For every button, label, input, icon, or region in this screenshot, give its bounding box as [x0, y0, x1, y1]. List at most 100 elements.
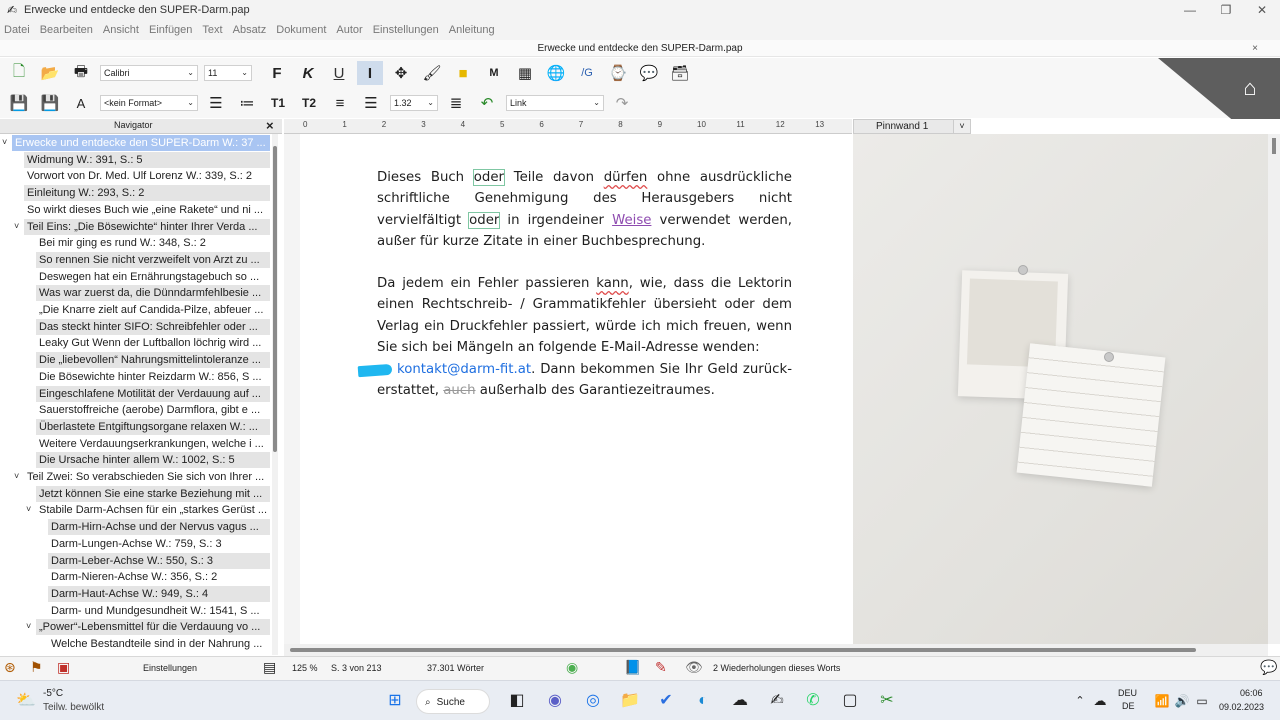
- dictionary-icon[interactable]: 📘: [624, 659, 641, 676]
- navigator-item[interactable]: Leaky Gut Wenn der Luftballon löchrig wi…: [36, 335, 270, 351]
- edge-icon[interactable]: ◐: [691, 689, 715, 713]
- menu-ansicht[interactable]: Ansicht: [103, 24, 139, 36]
- presentation-icon[interactable]: ▣: [57, 659, 70, 676]
- font-family-select[interactable]: Calibri ⌄: [100, 65, 198, 81]
- export-icon[interactable]: 🗃: [667, 61, 693, 85]
- navigator-item[interactable]: Eingeschlafene Motilität der Verdauung a…: [36, 385, 270, 402]
- expand-toggle-icon[interactable]: ˅: [14, 471, 19, 481]
- navigator-item[interactable]: So rennen Sie nicht verzweifelt von Arzt…: [36, 251, 270, 268]
- expand-toggle-icon[interactable]: ˅: [14, 221, 19, 231]
- expand-toggle-icon[interactable]: ˅: [2, 137, 7, 147]
- navigator-item[interactable]: Die Ursache hinter allem W.: 1002, S.: 5: [36, 452, 270, 469]
- navigator-item[interactable]: Sauerstoffreiche (aerobe) Darmflora, gib…: [36, 402, 270, 418]
- papyrus-taskbar-icon[interactable]: ✍: [765, 689, 789, 713]
- calculator-icon[interactable]: ▤: [263, 659, 276, 676]
- weather-description[interactable]: Teilw. bewölkt: [43, 702, 104, 713]
- windows-start-icon[interactable]: ⊞: [383, 689, 407, 713]
- navigator-item[interactable]: Teil Eins: „Die Bösewichte“ hinter Ihrer…: [24, 218, 270, 235]
- justify-icon[interactable]: ≣: [443, 91, 469, 115]
- document-close-icon[interactable]: ×: [1252, 40, 1258, 57]
- sticky-note-icon[interactable]: ■: [450, 61, 476, 85]
- paragraph-style-select[interactable]: <kein Format> ⌄: [100, 95, 198, 111]
- repeated-word[interactable]: oder: [468, 211, 501, 229]
- taskbar-search[interactable]: ⌕ Suche: [416, 689, 490, 714]
- speech-bubble-icon[interactable]: 💬: [636, 61, 662, 85]
- menu-einfuegen[interactable]: Einfügen: [149, 24, 192, 36]
- keyboard-layout[interactable]: DE: [1122, 701, 1135, 711]
- markdown-icon[interactable]: M: [481, 61, 507, 85]
- marked-word[interactable]: Weise: [612, 213, 651, 228]
- zoom-level[interactable]: 125 %: [292, 663, 318, 673]
- home-icon[interactable]: ⌂: [1236, 74, 1264, 102]
- clock-time[interactable]: 06:06: [1240, 688, 1263, 698]
- heading1-button[interactable]: T1: [265, 91, 291, 115]
- deleted-word[interactable]: auch: [443, 383, 475, 398]
- navigator-item[interactable]: Die Bösewichte hinter Reizdarm W.: 856, …: [36, 369, 270, 385]
- navigator-item[interactable]: Weitere Verdauungserkrankungen, welche i…: [36, 436, 270, 452]
- pinned-lined-note[interactable]: [1016, 343, 1166, 487]
- scrollbar-thumb[interactable]: [290, 648, 1196, 652]
- snipping-tool-icon[interactable]: ✂: [875, 689, 899, 713]
- print-icon[interactable]: 🖶: [68, 61, 94, 85]
- save-icon[interactable]: 💾: [6, 91, 32, 115]
- minimize-icon[interactable]: —: [1172, 0, 1208, 20]
- browser-icon[interactable]: ◎: [581, 689, 605, 713]
- move-icon[interactable]: ✥: [388, 61, 414, 85]
- eye-icon[interactable]: 👁: [685, 659, 703, 676]
- expand-toggle-icon[interactable]: ˅: [26, 504, 31, 514]
- email-link[interactable]: kontakt@darm-fit.at: [397, 362, 531, 377]
- list-icon[interactable]: ☰: [203, 91, 229, 115]
- line-spacing-icon[interactable]: ☰: [358, 91, 384, 115]
- navigator-item[interactable]: Stabile Darm-Achsen für ein „starkes Ger…: [36, 502, 270, 518]
- weather-temperature[interactable]: -5°C: [43, 688, 63, 699]
- menu-anleitung[interactable]: Anleitung: [449, 24, 495, 36]
- onedrive-icon[interactable]: ☁: [1088, 689, 1112, 713]
- menu-text[interactable]: Text: [202, 24, 222, 36]
- input-language[interactable]: DEU: [1118, 688, 1137, 698]
- todo-icon[interactable]: ✔: [654, 689, 678, 713]
- bullet-list-icon[interactable]: ≔: [234, 91, 260, 115]
- settings-label[interactable]: Einstellungen: [143, 663, 197, 673]
- navigator-item[interactable]: Überlastete Entgiftungsorgane relaxen W.…: [36, 418, 270, 435]
- style-analysis-icon[interactable]: ◉: [566, 659, 578, 676]
- scrollbar-thumb[interactable]: [1272, 138, 1276, 154]
- menu-dokument[interactable]: Dokument: [276, 24, 326, 36]
- bold-button[interactable]: F: [264, 61, 290, 85]
- navigator-item[interactable]: Darm-Leber-Achse W.: 550, S.: 3: [48, 552, 270, 569]
- maximize-icon[interactable]: ❐: [1208, 0, 1244, 20]
- menu-absatz[interactable]: Absatz: [233, 24, 267, 36]
- navigator-item[interactable]: Einleitung W.: 293, S.: 2: [24, 185, 270, 202]
- writer-app-icon[interactable]: ▢: [838, 689, 862, 713]
- navigator-item[interactable]: Darm-Nieren-Achse W.: 356, S.: 2: [48, 569, 270, 585]
- undo-icon[interactable]: ↶: [474, 91, 500, 115]
- paragraph-copyright[interactable]: Dieses Buch oder Teile davon dürfen ohne…: [377, 167, 792, 252]
- navigator-scrollbar[interactable]: [272, 134, 278, 655]
- navigator-item[interactable]: Teil Zwei: So verabschieden Sie sich von…: [24, 469, 270, 485]
- navigator-item[interactable]: Welche Bestandteile sind in der Nahrung …: [48, 636, 270, 652]
- navigator-item[interactable]: Jetzt können Sie eine starke Beziehung m…: [36, 485, 270, 502]
- clock-date[interactable]: 09.02.2023: [1219, 702, 1264, 712]
- navigator-item[interactable]: Erwecke und entdecke den SUPER-Darm W.: …: [12, 135, 270, 151]
- pinboard-scrollbar[interactable]: [1268, 134, 1280, 644]
- navigator-item[interactable]: „Die Knarre zielt auf Candida-Pilze, abf…: [36, 302, 270, 318]
- battery-icon[interactable]: ▭: [1190, 689, 1214, 713]
- navigator-item[interactable]: So wirkt dieses Buch wie „eine Rakete“ u…: [24, 202, 270, 218]
- close-icon[interactable]: ✕: [1244, 0, 1280, 20]
- navigator-close-icon[interactable]: ×: [266, 118, 274, 133]
- navigator-item[interactable]: Darm-Lungen-Achse W.: 759, S.: 3: [48, 536, 270, 552]
- menu-einstellungen[interactable]: Einstellungen: [373, 24, 439, 36]
- cursor-mode-button[interactable]: I: [357, 61, 383, 85]
- navigator-item[interactable]: Bei mir ging es rund W.: 348, S.: 2: [36, 235, 270, 251]
- horizontal-scrollbar[interactable]: [284, 644, 1268, 656]
- ornament-icon[interactable]: ⚑: [30, 659, 43, 676]
- spell-check-icon[interactable]: /G: [574, 61, 600, 85]
- style-brush-icon[interactable]: 🖌: [419, 61, 445, 85]
- navigator-item[interactable]: Darm- und Mundgesundheit W.: 1541, S ...: [48, 603, 270, 619]
- document-tab[interactable]: Erwecke und entdecke den SUPER-Darm.pap …: [0, 40, 1280, 57]
- time-search-icon[interactable]: ⌚: [605, 61, 631, 85]
- navigator-item[interactable]: Das steckt hinter SIFO: Schreibfehler od…: [36, 318, 270, 335]
- pen-icon[interactable]: ✎: [655, 659, 667, 676]
- menu-autor[interactable]: Autor: [336, 24, 362, 36]
- expand-toggle-icon[interactable]: ˅: [26, 621, 31, 631]
- font-size-select[interactable]: 11 ⌄: [204, 65, 252, 81]
